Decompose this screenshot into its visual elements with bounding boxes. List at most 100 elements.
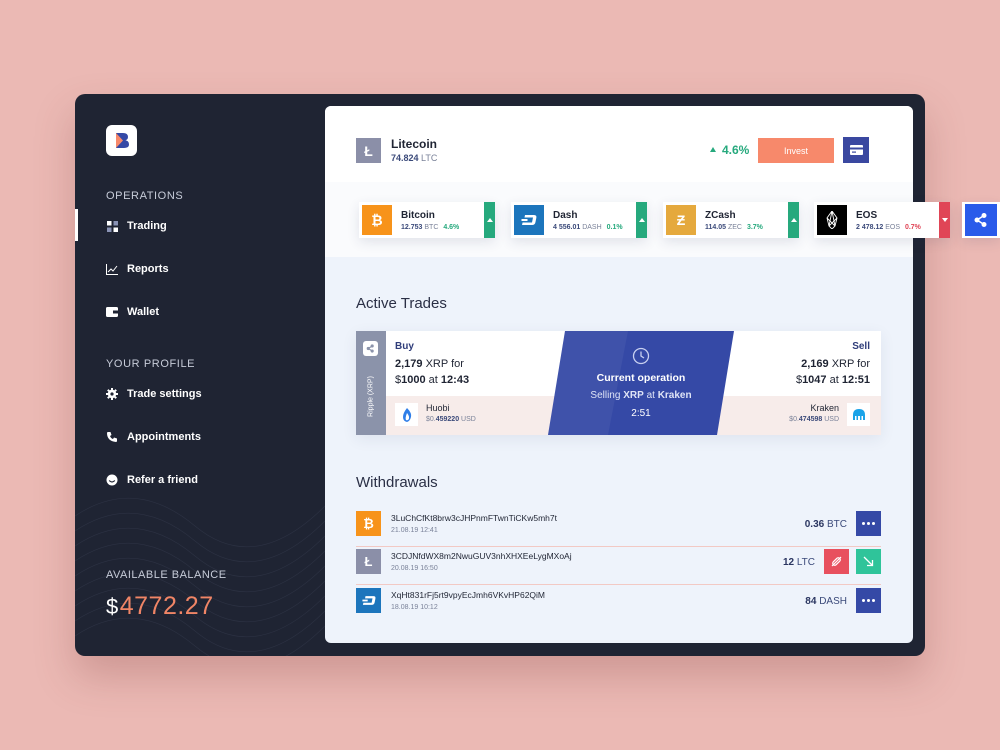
balance-amount: 4772.27 bbox=[119, 592, 214, 620]
sell-amount: 2,169 XRP for bbox=[801, 358, 870, 370]
chart-icon bbox=[106, 263, 118, 275]
active-trades-heading: Active Trades bbox=[356, 295, 447, 312]
clock-icon bbox=[632, 347, 650, 365]
huobi-icon bbox=[395, 403, 418, 426]
litecoin-icon: Ł bbox=[356, 549, 381, 574]
zcash-icon: Ƶ bbox=[666, 205, 696, 235]
ripple-icon bbox=[363, 341, 378, 356]
coin-value: 2 478.12 EOS 0.7% bbox=[856, 223, 921, 231]
sidebar: OPERATIONS Trading Reports Wallet YOUR P… bbox=[75, 94, 325, 656]
withdrawal-row[interactable]: XqHt831rFj5rt9vpyEcJmh6VKvHP62QiM 18.08.… bbox=[356, 586, 881, 624]
sidebar-item-appointments[interactable]: Appointments bbox=[106, 427, 201, 447]
sell-exchange-name: Kraken bbox=[810, 403, 839, 413]
coin-name: EOS bbox=[856, 209, 878, 221]
more-button[interactable] bbox=[856, 588, 881, 613]
coin-value: 12.753 BTC 4.6% bbox=[401, 223, 460, 231]
selected-coin-name: Litecoin bbox=[391, 137, 438, 151]
sell-price: $1047 at 12:51 bbox=[795, 374, 870, 386]
grid-icon bbox=[106, 220, 118, 232]
eos-icon bbox=[817, 205, 847, 235]
card-button[interactable] bbox=[843, 137, 869, 163]
coin-card-ripple[interactable] bbox=[962, 202, 1000, 238]
up-arrow-icon[interactable] bbox=[484, 202, 495, 238]
kraken-icon bbox=[847, 403, 870, 426]
more-icon bbox=[862, 599, 875, 602]
dash-icon bbox=[514, 205, 544, 235]
invest-button[interactable]: Invest bbox=[758, 138, 834, 163]
up-arrow-icon[interactable] bbox=[636, 202, 647, 238]
sidebar-item-trading[interactable]: Trading bbox=[106, 216, 167, 236]
buy-price: $1000 at 12:43 bbox=[395, 374, 470, 386]
more-button[interactable] bbox=[856, 511, 881, 536]
sidebar-item-label: Trading bbox=[127, 220, 167, 232]
withdrawal-address: XqHt831rFj5rt9vpyEcJmh6VKvHP62QiM bbox=[391, 590, 546, 600]
gear-icon bbox=[106, 388, 118, 400]
bitcoin-icon: ₿ bbox=[362, 205, 392, 235]
main-panel: Ł Litecoin 74.824 LTC 4.6% Invest ₿ Bitc… bbox=[325, 106, 1000, 643]
sidebar-item-wallet[interactable]: Wallet bbox=[106, 302, 159, 322]
cancel-icon bbox=[831, 556, 842, 567]
logo-icon bbox=[115, 133, 129, 148]
background-wave bbox=[75, 497, 325, 656]
withdrawal-date: 21.08.19 12:41 bbox=[391, 527, 438, 534]
sidebar-item-trade-settings[interactable]: Trade settings bbox=[106, 384, 202, 404]
cancel-withdrawal-button[interactable] bbox=[824, 549, 849, 574]
sell-label: Sell bbox=[852, 341, 870, 352]
app-logo[interactable] bbox=[106, 125, 137, 156]
current-operation-timer: 2:51 bbox=[631, 408, 651, 419]
active-trade-card[interactable]: Ripple (XRP) Buy 2,179 XRP for $1000 at … bbox=[356, 331, 881, 435]
phone-icon bbox=[106, 431, 118, 443]
wallet-icon bbox=[106, 306, 118, 318]
sidebar-item-label: Appointments bbox=[127, 431, 201, 443]
sidebar-item-label: Refer a friend bbox=[127, 474, 198, 486]
withdrawal-address: 3CDJNfdWX8m2NwuGUV3nhXHXEeLygMXoAj bbox=[391, 551, 572, 561]
balance-currency: $ bbox=[106, 594, 119, 619]
coin-card-zcash[interactable]: Ƶ ZCash 114.05 ZEC 3.7% bbox=[663, 202, 799, 238]
withdrawal-row[interactable]: Ł 3CDJNfdWX8m2NwuGUV3nhXHXEeLygMXoAj 20.… bbox=[356, 547, 881, 585]
selected-coin-card: Ł Litecoin 74.824 LTC 4.6% Invest bbox=[325, 106, 913, 182]
buy-amount: 2,179 XRP for bbox=[395, 358, 464, 370]
profile-heading: YOUR PROFILE bbox=[106, 358, 196, 370]
coin-name: Bitcoin bbox=[401, 209, 435, 221]
more-icon bbox=[862, 522, 875, 525]
withdrawal-row[interactable]: ₿ 3LuChCfKt8brw3cJHPnmFTwnTiCKw5mh7t 21.… bbox=[356, 509, 881, 547]
sell-exchange-price: $0.474598 USD bbox=[789, 416, 839, 423]
coin-name: ZCash bbox=[705, 209, 736, 221]
ripple-icon bbox=[965, 204, 997, 236]
withdrawal-amount: 84 DASH bbox=[805, 596, 847, 607]
buy-label: Buy bbox=[395, 341, 414, 352]
selected-coin-change: 4.6% bbox=[710, 143, 749, 157]
sidebar-item-label: Trade settings bbox=[127, 388, 202, 400]
litecoin-icon: Ł bbox=[356, 138, 381, 163]
current-operation-title: Current operation bbox=[596, 372, 686, 384]
withdrawal-date: 20.08.19 16:50 bbox=[391, 565, 438, 572]
buy-exchange-price: $0.459220 USD bbox=[426, 416, 476, 423]
trade-coin-label: Ripple (XRP) bbox=[367, 376, 375, 417]
withdrawal-amount: 12 LTC bbox=[782, 557, 815, 568]
down-arrow-icon[interactable] bbox=[939, 202, 950, 238]
balance-label: AVAILABLE BALANCE bbox=[106, 569, 227, 581]
dash-icon bbox=[356, 588, 381, 613]
up-arrow-icon[interactable] bbox=[788, 202, 799, 238]
sidebar-item-label: Wallet bbox=[127, 306, 159, 318]
active-nav-indicator bbox=[75, 209, 78, 241]
sidebar-item-label: Reports bbox=[127, 263, 169, 275]
up-arrow-icon bbox=[710, 147, 716, 152]
sidebar-item-reports[interactable]: Reports bbox=[106, 259, 169, 279]
sidebar-item-refer[interactable]: Refer a friend bbox=[106, 470, 198, 490]
coin-value: 114.05 ZEC 3.7% bbox=[705, 223, 763, 231]
app-window: OPERATIONS Trading Reports Wallet YOUR P… bbox=[75, 94, 1000, 656]
current-operation-subtitle: Selling XRP at Kraken bbox=[590, 390, 692, 401]
confirm-withdrawal-button[interactable] bbox=[856, 549, 881, 574]
coin-card-eos[interactable]: EOS 2 478.12 EOS 0.7% bbox=[814, 202, 950, 238]
balance-value: $4772.27 bbox=[106, 592, 214, 621]
arrow-down-right-icon bbox=[863, 556, 874, 567]
coin-card-bitcoin[interactable]: ₿ Bitcoin 12.753 BTC 4.6% bbox=[359, 202, 495, 238]
buy-exchange-name: Huobi bbox=[426, 403, 450, 413]
withdrawal-amount: 0.36 BTC bbox=[804, 519, 847, 530]
coin-value: 4 556.01 DASH 0.1% bbox=[553, 223, 623, 231]
withdrawal-date: 18.08.19 10:12 bbox=[391, 604, 438, 611]
withdrawal-address: 3LuChCfKt8brw3cJHPnmFTwnTiCKw5mh7t bbox=[391, 513, 557, 523]
coin-card-dash[interactable]: Dash 4 556.01 DASH 0.1% bbox=[511, 202, 647, 238]
smile-icon bbox=[106, 474, 118, 486]
